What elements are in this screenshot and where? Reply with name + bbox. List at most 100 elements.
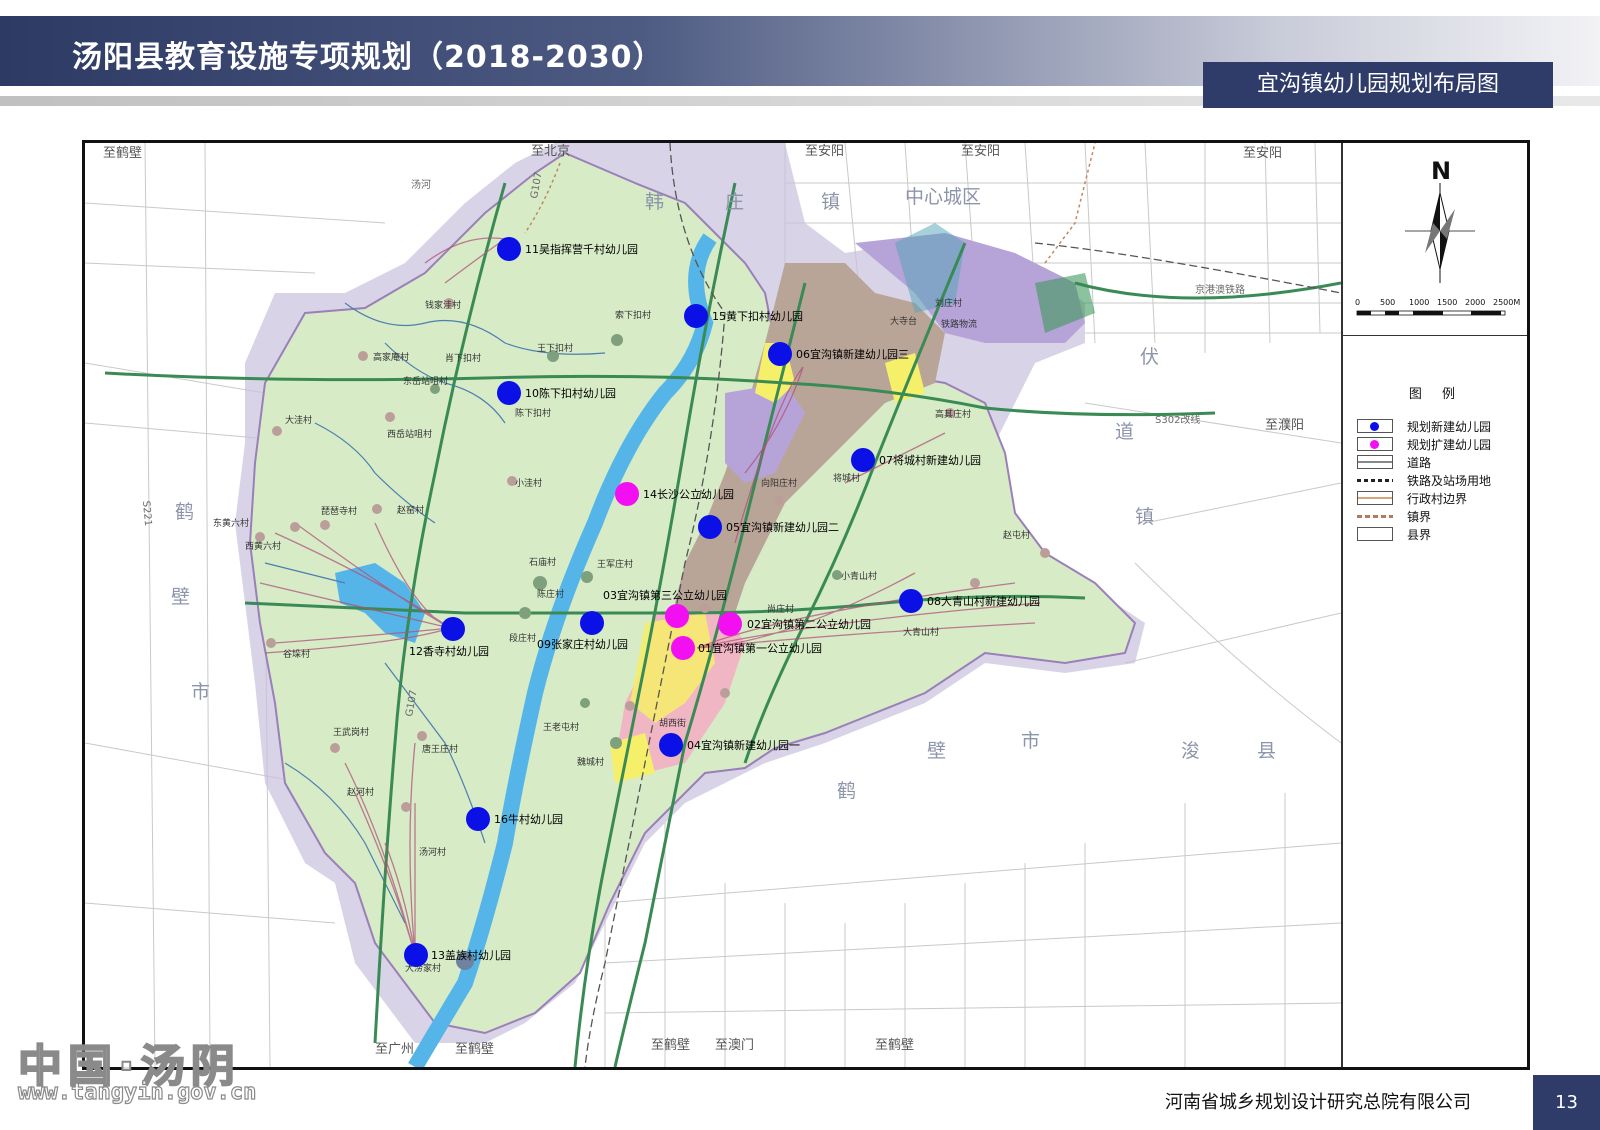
svg-text:08大青山村新建幼儿园: 08大青山村新建幼儿园 — [927, 594, 1040, 608]
village-13: 谷垛村 — [283, 648, 310, 660]
village-24: 段庄村 — [509, 632, 536, 644]
village-5: 大洼村 — [285, 414, 312, 426]
dir-to-guangzhou: 至广州 — [375, 1042, 414, 1057]
region-jun: 浚 — [1181, 740, 1200, 762]
village-27: 尚庄村 — [767, 603, 794, 615]
region-he: 鹤 — [175, 501, 194, 523]
svg-text:12香寺村幼儿园: 12香寺村幼儿园 — [409, 644, 489, 658]
svg-text:1000: 1000 — [1409, 298, 1429, 307]
svg-text:09张家庄村幼儿园: 09张家庄村幼儿园 — [537, 637, 628, 651]
legend-item-town-boundary: 镇界 — [1357, 507, 1527, 525]
village-3: 东岳站咀村 — [403, 375, 448, 387]
village-21: 陈下扣村 — [515, 407, 551, 419]
village-15: 唐王庄村 — [422, 743, 458, 755]
village-10: 西黄六村 — [245, 540, 281, 552]
dir-to-anyang-2: 至安阳 — [961, 144, 1000, 159]
page-title: 汤阳县教育设施专项规划（2018-2030） — [72, 40, 664, 75]
page-number: 13 — [1533, 1075, 1600, 1130]
river-tangyin: 汤河 — [411, 178, 431, 191]
svg-text:16牛村幼儿园: 16牛村幼儿园 — [494, 812, 563, 826]
railway-icon — [1357, 478, 1393, 482]
planning-map[interactable]: 至鹤壁 至北京 至安阳 至安阳 至安阳 至濮阳 至广州 至鹤壁 至鹤壁 至澳门 … — [85, 143, 1341, 1067]
village-29: 赵屯村 — [1003, 529, 1030, 541]
road-s221: S221 — [140, 500, 153, 526]
region-zhen2: 镇 — [1135, 506, 1154, 528]
svg-text:06宜沟镇新建幼儿园三: 06宜沟镇新建幼儿园三 — [796, 347, 909, 361]
svg-text:500: 500 — [1380, 298, 1395, 307]
region-bi: 壁 — [171, 586, 190, 608]
village-23: 魏城村 — [577, 756, 604, 768]
region-bi2: 壁 — [927, 740, 946, 762]
map-subtitle: 宜沟镇幼儿园规划布局图 — [1203, 62, 1553, 108]
map-frame: 至鹤壁 至北京 至安阳 至安阳 至安阳 至濮阳 至广州 至鹤壁 至鹤壁 至澳门 … — [82, 140, 1530, 1070]
legend-list: 规划新建幼儿园 规划扩建幼儿园 道路 铁路及站场用地 行政村边界 镇界 县界 — [1357, 417, 1527, 543]
village-4: 西岳站咀村 — [387, 428, 432, 440]
village-19: 索下扣村 — [615, 309, 651, 321]
svg-text:03宜沟镇第三公立幼儿园: 03宜沟镇第三公立幼儿园 — [603, 588, 727, 602]
village-12: 王军庄村 — [597, 558, 633, 570]
legend-divider — [1343, 335, 1527, 336]
village-36: 铁路物流 — [941, 318, 977, 330]
svg-text:04宜沟镇新建幼儿园一: 04宜沟镇新建幼儿园一 — [687, 738, 800, 752]
footer-company: 河南省城乡规划设计研究总院有限公司 — [1165, 1092, 1471, 1113]
region-shi2: 市 — [1021, 730, 1040, 752]
scale-bar: 0 500 1000 1500 2000 2500M — [1355, 298, 1520, 316]
dir-to-puyang: 至濮阳 — [1265, 418, 1304, 433]
region-han: 韩 — [645, 191, 664, 213]
region-shi: 市 — [191, 681, 210, 703]
village-11: 石庙村 — [529, 556, 556, 568]
green-zone — [1035, 273, 1095, 333]
magenta-dot-icon — [1357, 437, 1393, 451]
legend-item-county-boundary: 县界 — [1357, 525, 1527, 543]
road-railway: 京港澳铁路 — [1195, 283, 1245, 296]
region-dao: 道 — [1115, 421, 1134, 443]
county-boundary-icon — [1357, 527, 1393, 541]
town-boundary-icon — [1357, 514, 1393, 518]
legend-item-expand: 规划扩建幼儿园 — [1357, 435, 1527, 453]
village-7: 琵琶寺村 — [321, 505, 357, 517]
svg-text:11吴指挥营千村幼儿园: 11吴指挥营千村幼儿园 — [525, 242, 638, 256]
village-20: 王下扣村 — [537, 342, 573, 354]
svg-text:10陈下扣村幼儿园: 10陈下扣村幼儿园 — [525, 386, 616, 400]
dir-to-aomen: 至澳门 — [715, 1037, 754, 1053]
svg-text:2000: 2000 — [1465, 298, 1485, 307]
village-31: 大青山村 — [903, 626, 939, 638]
legend-item-road: 道路 — [1357, 453, 1527, 471]
village-22: 王老屯村 — [543, 721, 579, 733]
dir-to-anyang-3: 至安阳 — [1243, 146, 1282, 161]
svg-text:05宜沟镇新建幼儿园二: 05宜沟镇新建幼儿园二 — [726, 520, 839, 534]
dir-to-hebi-s3: 至鹤壁 — [875, 1037, 914, 1053]
village-boundary-icon — [1357, 491, 1393, 505]
svg-text:2500M: 2500M — [1493, 298, 1520, 307]
svg-text:13盖族村幼儿园: 13盖族村幼儿园 — [431, 948, 511, 962]
region-fu: 伏 — [1140, 346, 1159, 368]
legend-item-railway: 铁路及站场用地 — [1357, 471, 1527, 489]
svg-text:14长沙公立幼儿园: 14长沙公立幼儿园 — [643, 487, 734, 501]
legend-panel: N 0 500 1000 1500 2000 2500M 图 例 规划新建幼儿园… — [1341, 143, 1527, 1067]
region-zhuang: 庄 — [725, 191, 744, 213]
svg-text:0: 0 — [1355, 298, 1360, 307]
svg-text:15黄下扣村幼儿园: 15黄下扣村幼儿园 — [712, 309, 803, 323]
village-30: 高其庄村 — [935, 408, 971, 420]
village-2: 肖下扣村 — [445, 352, 481, 364]
road-icon — [1357, 455, 1393, 469]
dir-to-hebi-s2: 至鹤壁 — [651, 1037, 690, 1053]
dir-to-beijing: 至北京 — [531, 144, 570, 159]
village-25: 胡西街 — [659, 717, 686, 729]
village-9: 东黄六村 — [213, 517, 249, 529]
village-34: 向阳庄村 — [761, 477, 797, 489]
village-35: 将城村 — [833, 472, 860, 484]
svg-text:07将城村新建幼儿园: 07将城村新建幼儿园 — [879, 453, 981, 467]
svg-text:1500: 1500 — [1437, 298, 1457, 307]
road-s302: S302改线 — [1155, 413, 1200, 426]
village-26: 陈庄村 — [537, 588, 564, 600]
dir-to-anyang-1: 至安阳 — [805, 144, 844, 159]
village-1: 高家庵村 — [373, 351, 409, 363]
north-arrow-icon: N — [1405, 157, 1475, 283]
svg-text:N: N — [1431, 157, 1451, 185]
legend-item-village-boundary: 行政村边界 — [1357, 489, 1527, 507]
village-32: 大寺台 — [890, 315, 917, 327]
dir-to-hebi-nw: 至鹤壁 — [103, 145, 142, 161]
village-16: 赵河村 — [347, 786, 374, 798]
dir-to-hebi-s1: 至鹤壁 — [455, 1041, 494, 1057]
